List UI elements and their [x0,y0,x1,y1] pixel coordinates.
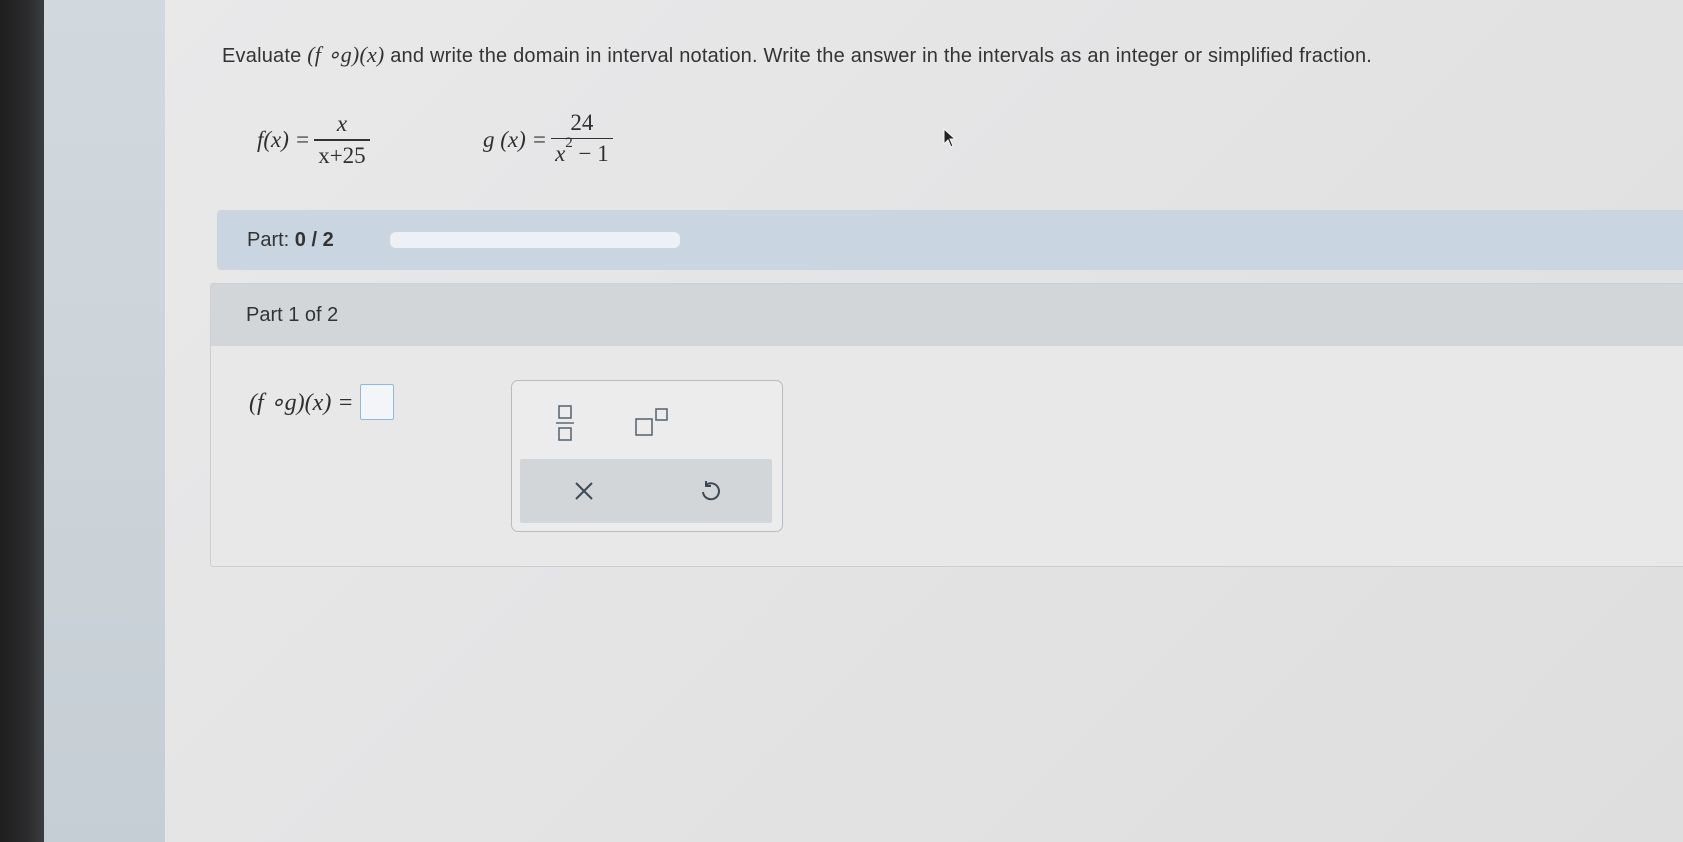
part-progress-bar: Part: 0 / 2 [217,210,1683,270]
exponent-template-button[interactable] [630,403,674,443]
function-g-numerator: 24 [570,109,594,135]
function-g-definition: g (x) = 24 x2 − 1 [483,100,613,180]
fraction-template-icon [556,405,574,441]
content-area: Evaluate (f ∘g)(x) and write the domain … [165,0,1683,842]
undo-icon [702,481,720,501]
function-f-definition: f(x) = x x+25 [257,100,370,180]
clear-button[interactable] [564,469,604,513]
question-text: Evaluate (f ∘g)(x) and write the domain … [222,42,1372,68]
answer-input[interactable] [359,384,394,420]
question-composition: (f ∘g)(x) [307,42,385,67]
function-g-denominator-base: x [555,141,566,167]
answer-row: (f ∘g)(x) = [249,384,394,420]
progress-track [390,232,680,248]
function-g-denominator-rest: − 1 [572,141,609,167]
part-section: Part 1 of 2 (f ∘g)(x) = [210,283,1683,567]
function-f-denominator: x+25 [318,142,366,168]
part-progress-label: Part: 0 / 2 [247,210,334,270]
math-palette [511,380,783,532]
function-f-numerator: x [336,111,348,137]
question-suffix: and write the domain in interval notatio… [384,45,1373,67]
screen: Evaluate (f ∘g)(x) and write the domain … [0,0,1683,842]
function-g-denominator-exponent: 2 [565,135,573,152]
palette-action-bar [520,459,772,523]
function-f-name: f(x) = [257,127,311,152]
function-f-fraction: x x+25 [314,109,370,171]
close-icon [575,482,593,500]
part-progress-prefix: Part: [247,229,295,251]
question-prefix: Evaluate [222,45,308,67]
left-margin-panel [44,0,166,842]
function-g-denominator: x2 − 1 [551,135,613,172]
fraction-template-button[interactable] [550,401,580,447]
part-section-title: Part 1 of 2 [246,304,339,326]
exponent-template-icon [635,408,668,436]
undo-button[interactable] [690,469,730,513]
function-g-fraction: 24 x2 − 1 [551,108,613,173]
part-progress-value: 0 / 2 [294,229,334,251]
mouse-pointer-icon [943,127,957,153]
answer-lhs: (f ∘g)(x) = [249,389,354,416]
part-section-header: Part 1 of 2 [211,284,1683,346]
function-g-name: g (x) = [483,127,548,152]
